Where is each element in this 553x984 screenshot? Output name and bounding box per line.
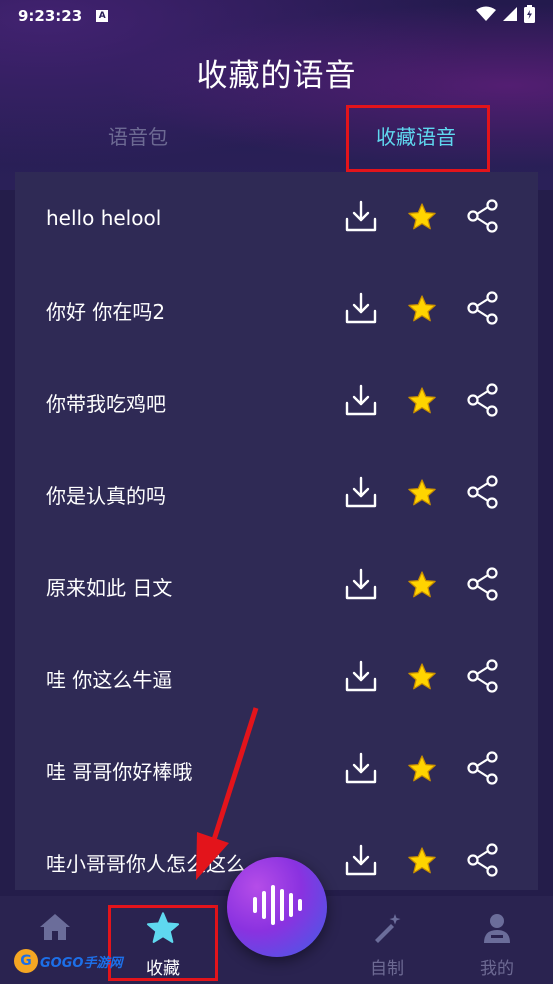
- download-icon: [344, 751, 378, 789]
- star-icon: [407, 478, 437, 511]
- voice-title: 哇 你这么牛逼: [46, 667, 173, 692]
- record-voice-button[interactable]: [227, 857, 327, 957]
- star-icon: [407, 202, 437, 235]
- download-button[interactable]: [341, 172, 381, 264]
- battery-icon: [524, 5, 535, 27]
- favorite-button[interactable]: [402, 816, 442, 890]
- nav-item-custom[interactable]: 自制: [332, 896, 442, 984]
- star-icon: [407, 570, 437, 603]
- favorite-button[interactable]: [402, 448, 442, 540]
- download-icon: [344, 475, 378, 513]
- voice-title: 你带我吃鸡吧: [46, 391, 166, 416]
- watermark-logo: G GOGO手游网: [14, 948, 124, 974]
- watermark-badge: G: [14, 949, 38, 973]
- voice-title: 哇 哥哥你好棒哦: [46, 759, 193, 784]
- voice-wave-icon: [250, 885, 304, 929]
- star-icon: [407, 386, 437, 419]
- star-icon: [407, 662, 437, 695]
- nav-label-custom: 自制: [370, 959, 404, 979]
- star-icon: [407, 846, 437, 879]
- highlight-box-nav: [108, 905, 218, 981]
- magic-wand-icon: [332, 912, 442, 944]
- list-item[interactable]: 原来如此 日文: [15, 540, 538, 632]
- download-button[interactable]: [341, 540, 381, 632]
- share-icon: [466, 659, 500, 697]
- favorite-button[interactable]: [402, 172, 442, 264]
- nav-item-mine[interactable]: 我的: [442, 896, 552, 984]
- nav-label-mine: 我的: [480, 959, 514, 979]
- share-icon: [466, 199, 500, 237]
- share-icon: [466, 383, 500, 421]
- share-icon: [466, 843, 500, 881]
- share-button[interactable]: [463, 816, 503, 890]
- voice-title: 原来如此 日文: [46, 575, 173, 600]
- signal-icon: [502, 6, 518, 26]
- share-button[interactable]: [463, 172, 503, 264]
- favorite-button[interactable]: [402, 724, 442, 816]
- list-item[interactable]: 你带我吃鸡吧: [15, 356, 538, 448]
- share-icon: [466, 291, 500, 329]
- page-title: 收藏的语音: [196, 58, 357, 94]
- wifi-icon: [476, 6, 496, 26]
- download-button[interactable]: [341, 724, 381, 816]
- notification-badge: A: [96, 10, 109, 22]
- voice-title: 哇小哥哥你人怎么这么: [46, 851, 246, 876]
- list-item[interactable]: 你是认真的吗: [15, 448, 538, 540]
- voice-title: 你好 你在吗2: [46, 299, 166, 324]
- download-button[interactable]: [341, 356, 381, 448]
- download-button[interactable]: [341, 816, 381, 890]
- share-button[interactable]: [463, 632, 503, 724]
- download-icon: [344, 659, 378, 697]
- home-icon: [0, 912, 110, 942]
- list-item[interactable]: hello helool: [15, 172, 538, 264]
- share-icon: [466, 751, 500, 789]
- star-icon: [407, 754, 437, 787]
- download-icon: [344, 199, 378, 237]
- voice-title: hello helool: [46, 206, 162, 230]
- download-button[interactable]: [341, 448, 381, 540]
- download-button[interactable]: [341, 632, 381, 724]
- favorite-button[interactable]: [402, 264, 442, 356]
- star-icon: [407, 294, 437, 327]
- favorite-button[interactable]: [402, 540, 442, 632]
- share-button[interactable]: [463, 540, 503, 632]
- status-bar: 9:23:23 A: [0, 0, 553, 32]
- favorite-button[interactable]: [402, 356, 442, 448]
- download-icon: [344, 567, 378, 605]
- share-button[interactable]: [463, 356, 503, 448]
- download-button[interactable]: [341, 264, 381, 356]
- status-time: 9:23:23: [18, 7, 83, 25]
- list-item[interactable]: 哇 哥哥你好棒哦: [15, 724, 538, 816]
- share-button[interactable]: [463, 448, 503, 540]
- status-icons: [476, 5, 535, 27]
- list-item[interactable]: 哇 你这么牛逼: [15, 632, 538, 724]
- share-button[interactable]: [463, 264, 503, 356]
- share-icon: [466, 475, 500, 513]
- list-item[interactable]: 你好 你在吗2: [15, 264, 538, 356]
- download-icon: [344, 291, 378, 329]
- highlight-box-tab: [346, 105, 490, 172]
- favorite-button[interactable]: [402, 632, 442, 724]
- favorites-list: hello helool 你好 你在吗2 你带我吃鸡吧 你是认真的吗 原来如此 日文哇 …: [15, 172, 538, 890]
- watermark-text: GOGO手游网: [40, 955, 123, 971]
- voice-title: 你是认真的吗: [46, 483, 166, 508]
- user-icon: [442, 912, 552, 944]
- download-icon: [344, 843, 378, 881]
- tab-voice-pack[interactable]: 语音包: [78, 112, 198, 162]
- share-icon: [466, 567, 500, 605]
- share-button[interactable]: [463, 724, 503, 816]
- download-icon: [344, 383, 378, 421]
